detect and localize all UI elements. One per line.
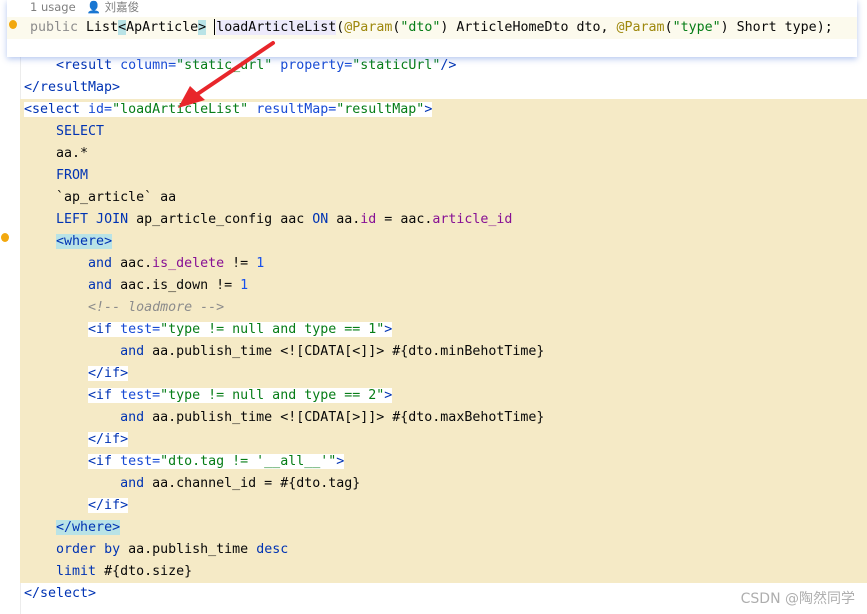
watermark: CSDN @陶然同学 (740, 591, 855, 607)
red-arrow-annotation (178, 41, 275, 108)
